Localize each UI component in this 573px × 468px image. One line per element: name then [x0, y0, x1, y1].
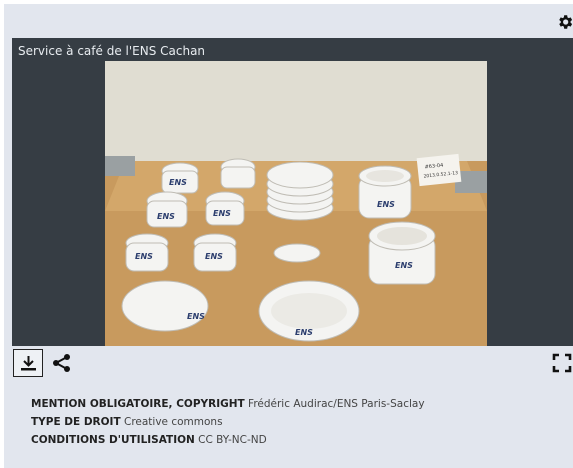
top-bar [4, 4, 573, 38]
photo: #63-04 2013.0.52.1-13 ENS ENS ENS ENS EN… [105, 61, 487, 346]
image-viewer: Service à café de l'ENS Cachan #63-04 20… [12, 38, 573, 346]
svg-text:ENS: ENS [395, 261, 413, 270]
metadata-label: CONDITIONS D'UTILISATION [31, 434, 195, 446]
svg-text:ENS: ENS [377, 200, 395, 209]
download-icon [21, 356, 36, 371]
gear-icon[interactable] [556, 13, 573, 31]
metadata-value: Frédéric Audirac/ENS Paris-Saclay [248, 398, 425, 410]
metadata-rights-type: TYPE DE DROIT Creative commons [31, 416, 425, 434]
fullscreen-button[interactable] [552, 353, 572, 373]
metadata-usage-conditions: CONDITIONS D'UTILISATION CC BY-NC-ND [31, 434, 425, 452]
svg-text:ENS: ENS [205, 252, 223, 261]
svg-text:ENS: ENS [169, 178, 187, 187]
metadata-value: Creative commons [123, 416, 223, 428]
svg-text:ENS: ENS [213, 209, 231, 218]
share-icon [53, 354, 70, 372]
viewer-toolbar [4, 346, 573, 380]
metadata-list: MENTION OBLIGATOIRE, COPYRIGHT Frédéric … [31, 398, 425, 452]
svg-text:ENS: ENS [295, 328, 313, 337]
metadata-label: MENTION OBLIGATOIRE, COPYRIGHT [31, 398, 245, 410]
fullscreen-icon [552, 353, 572, 373]
share-button[interactable] [51, 352, 73, 374]
svg-text:ENS: ENS [135, 252, 153, 261]
metadata-value: CC BY-NC-ND [198, 434, 267, 446]
download-button[interactable] [13, 349, 43, 377]
svg-text:ENS: ENS [187, 312, 205, 321]
metadata-copyright: MENTION OBLIGATOIRE, COPYRIGHT Frédéric … [31, 398, 425, 416]
svg-text:ENS: ENS [157, 212, 175, 221]
metadata-label: TYPE DE DROIT [31, 416, 121, 428]
image-title: Service à café de l'ENS Cachan [18, 44, 206, 58]
media-panel: Service à café de l'ENS Cachan #63-04 20… [4, 4, 573, 468]
